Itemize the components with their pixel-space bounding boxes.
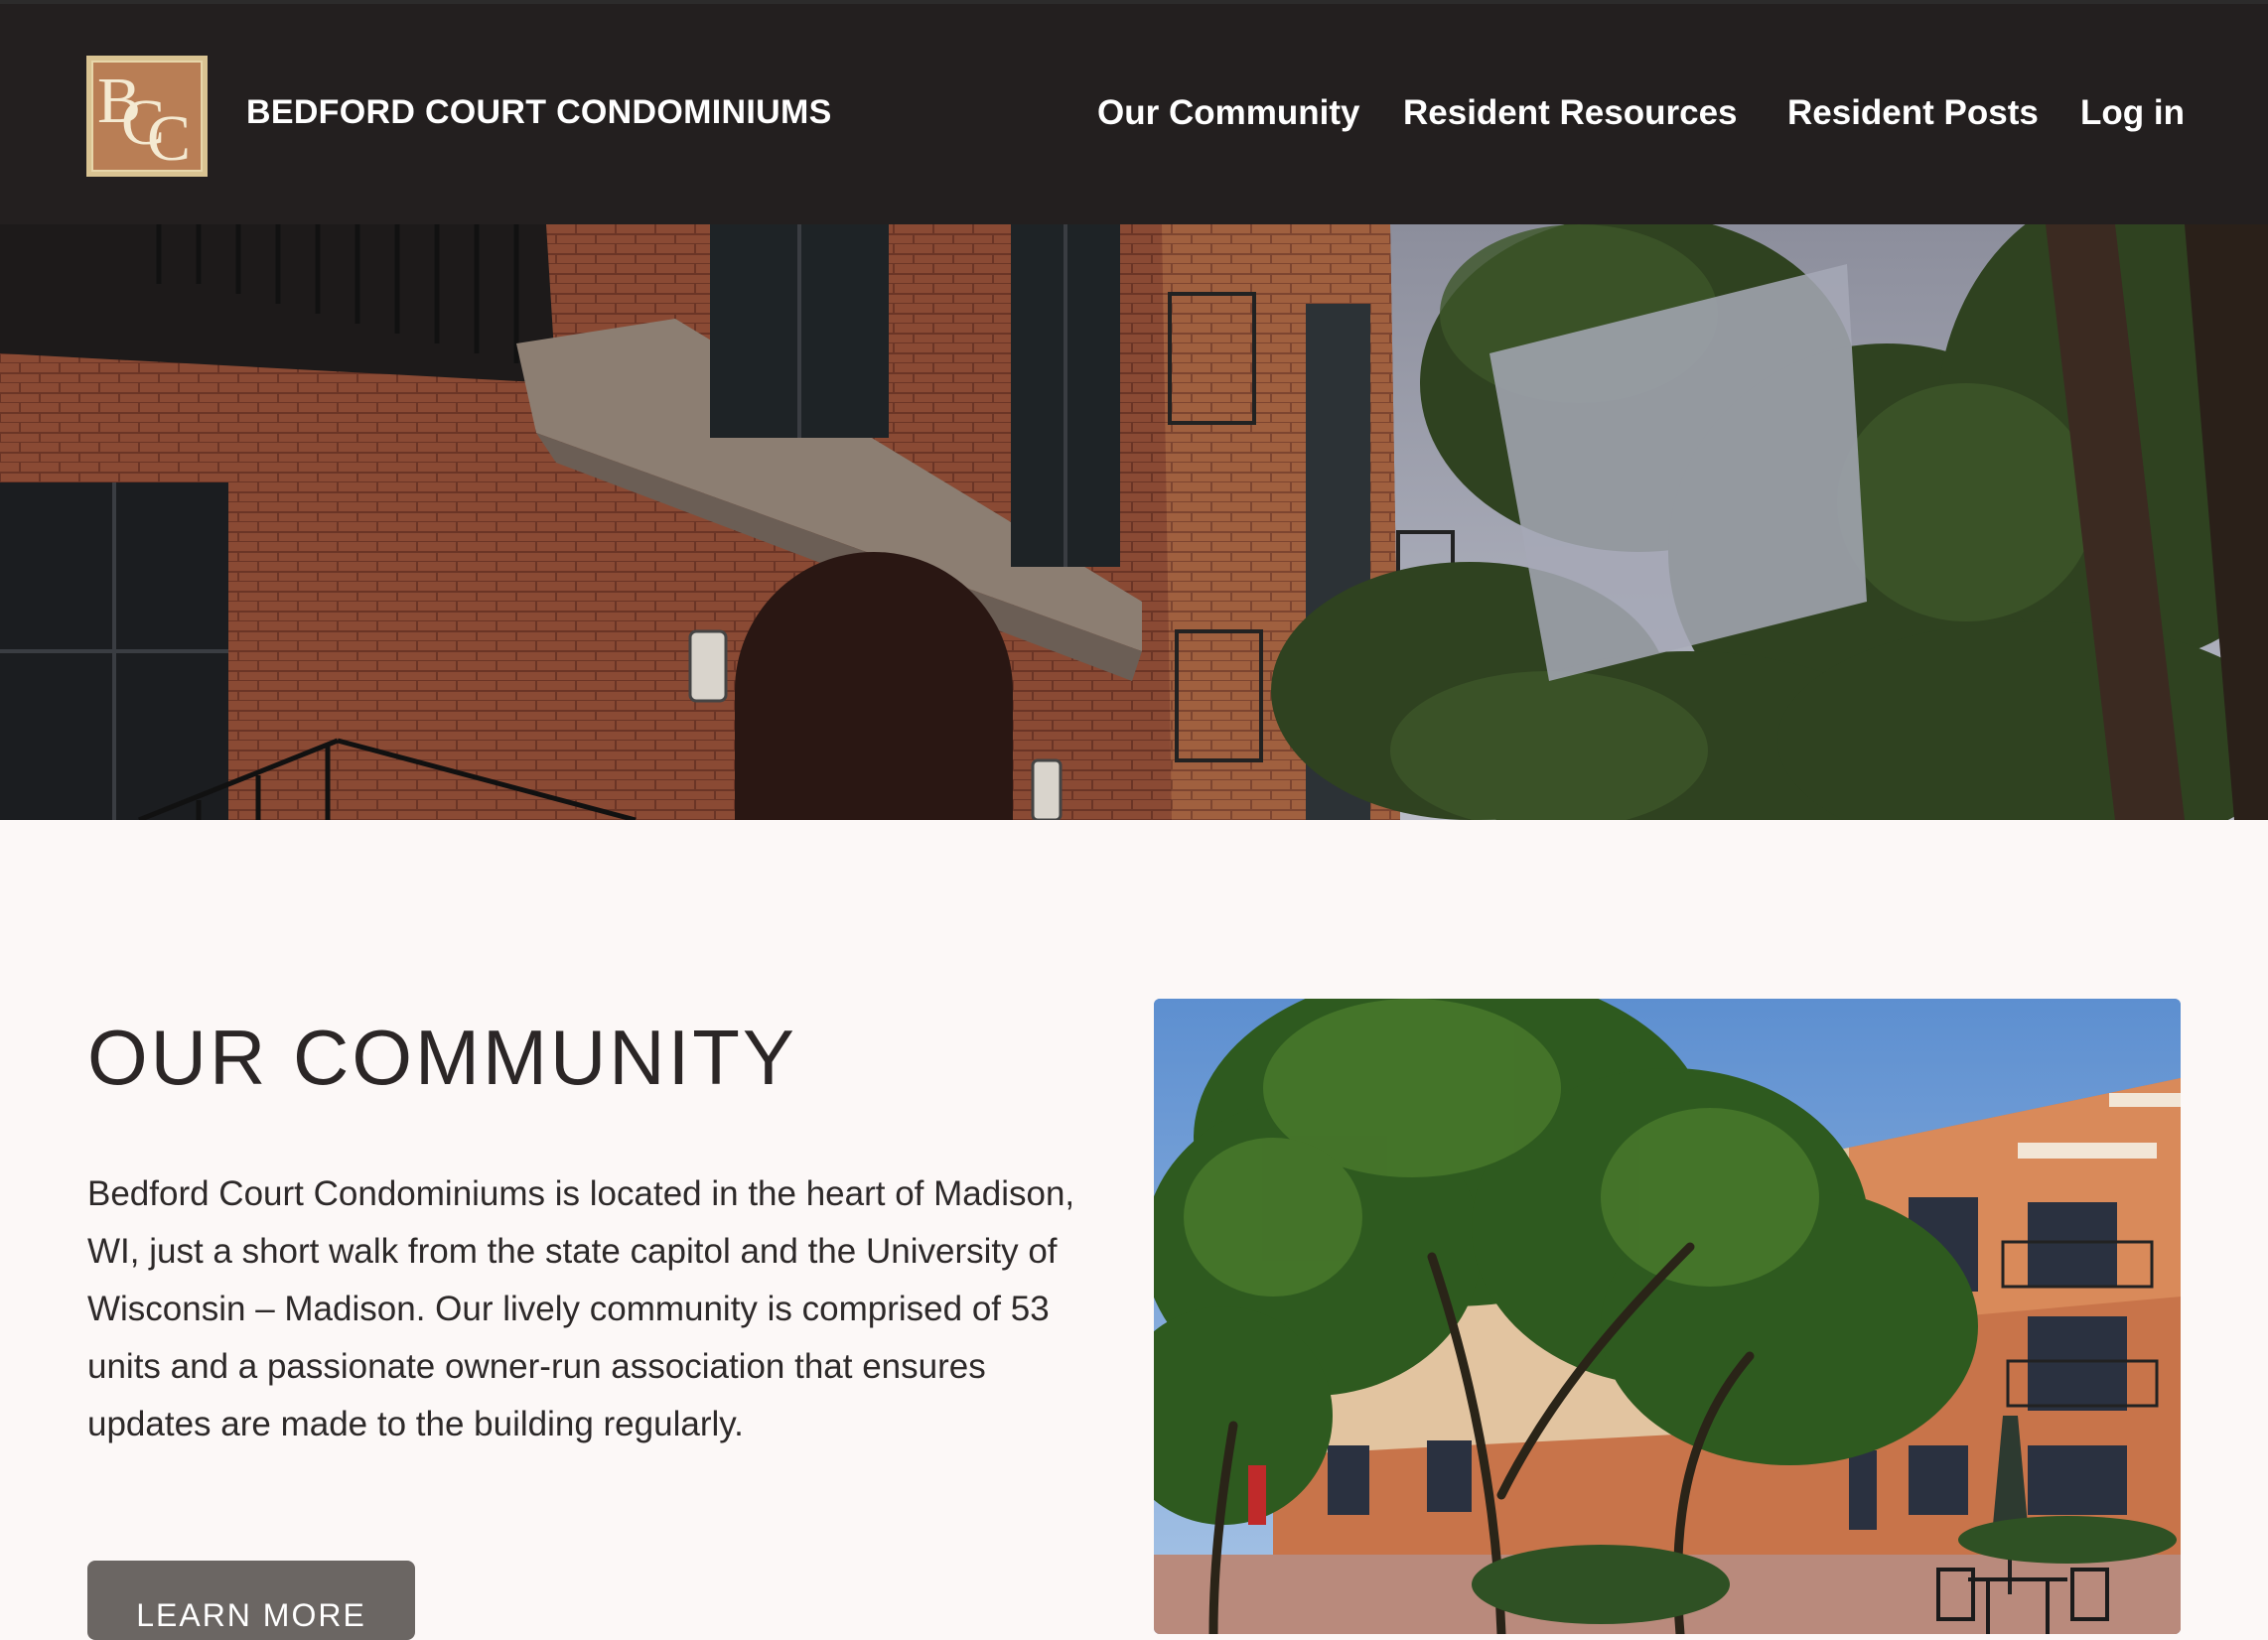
- courtyard-photo: [1154, 999, 2181, 1634]
- learn-more-button[interactable]: LEARN MORE: [87, 1561, 415, 1640]
- section-heading: OUR COMMUNITY: [87, 1014, 797, 1101]
- community-photo: [1154, 999, 2181, 1634]
- hero-image: [0, 224, 2268, 820]
- main-nav: Our Community Resident Resources Residen…: [0, 93, 2268, 137]
- nav-resident-posts[interactable]: Resident Posts: [1787, 93, 2039, 133]
- nav-our-community[interactable]: Our Community: [1097, 93, 1359, 133]
- nav-log-in[interactable]: Log in: [2080, 93, 2185, 133]
- community-description: Bedford Court Condominiums is located in…: [87, 1174, 1075, 1443]
- site-header: B C C BEDFORD COURT CONDOMINIUMS Our Com…: [0, 0, 2268, 224]
- hero-building-photo: [0, 224, 2268, 820]
- nav-resident-resources[interactable]: Resident Resources: [1403, 93, 1738, 133]
